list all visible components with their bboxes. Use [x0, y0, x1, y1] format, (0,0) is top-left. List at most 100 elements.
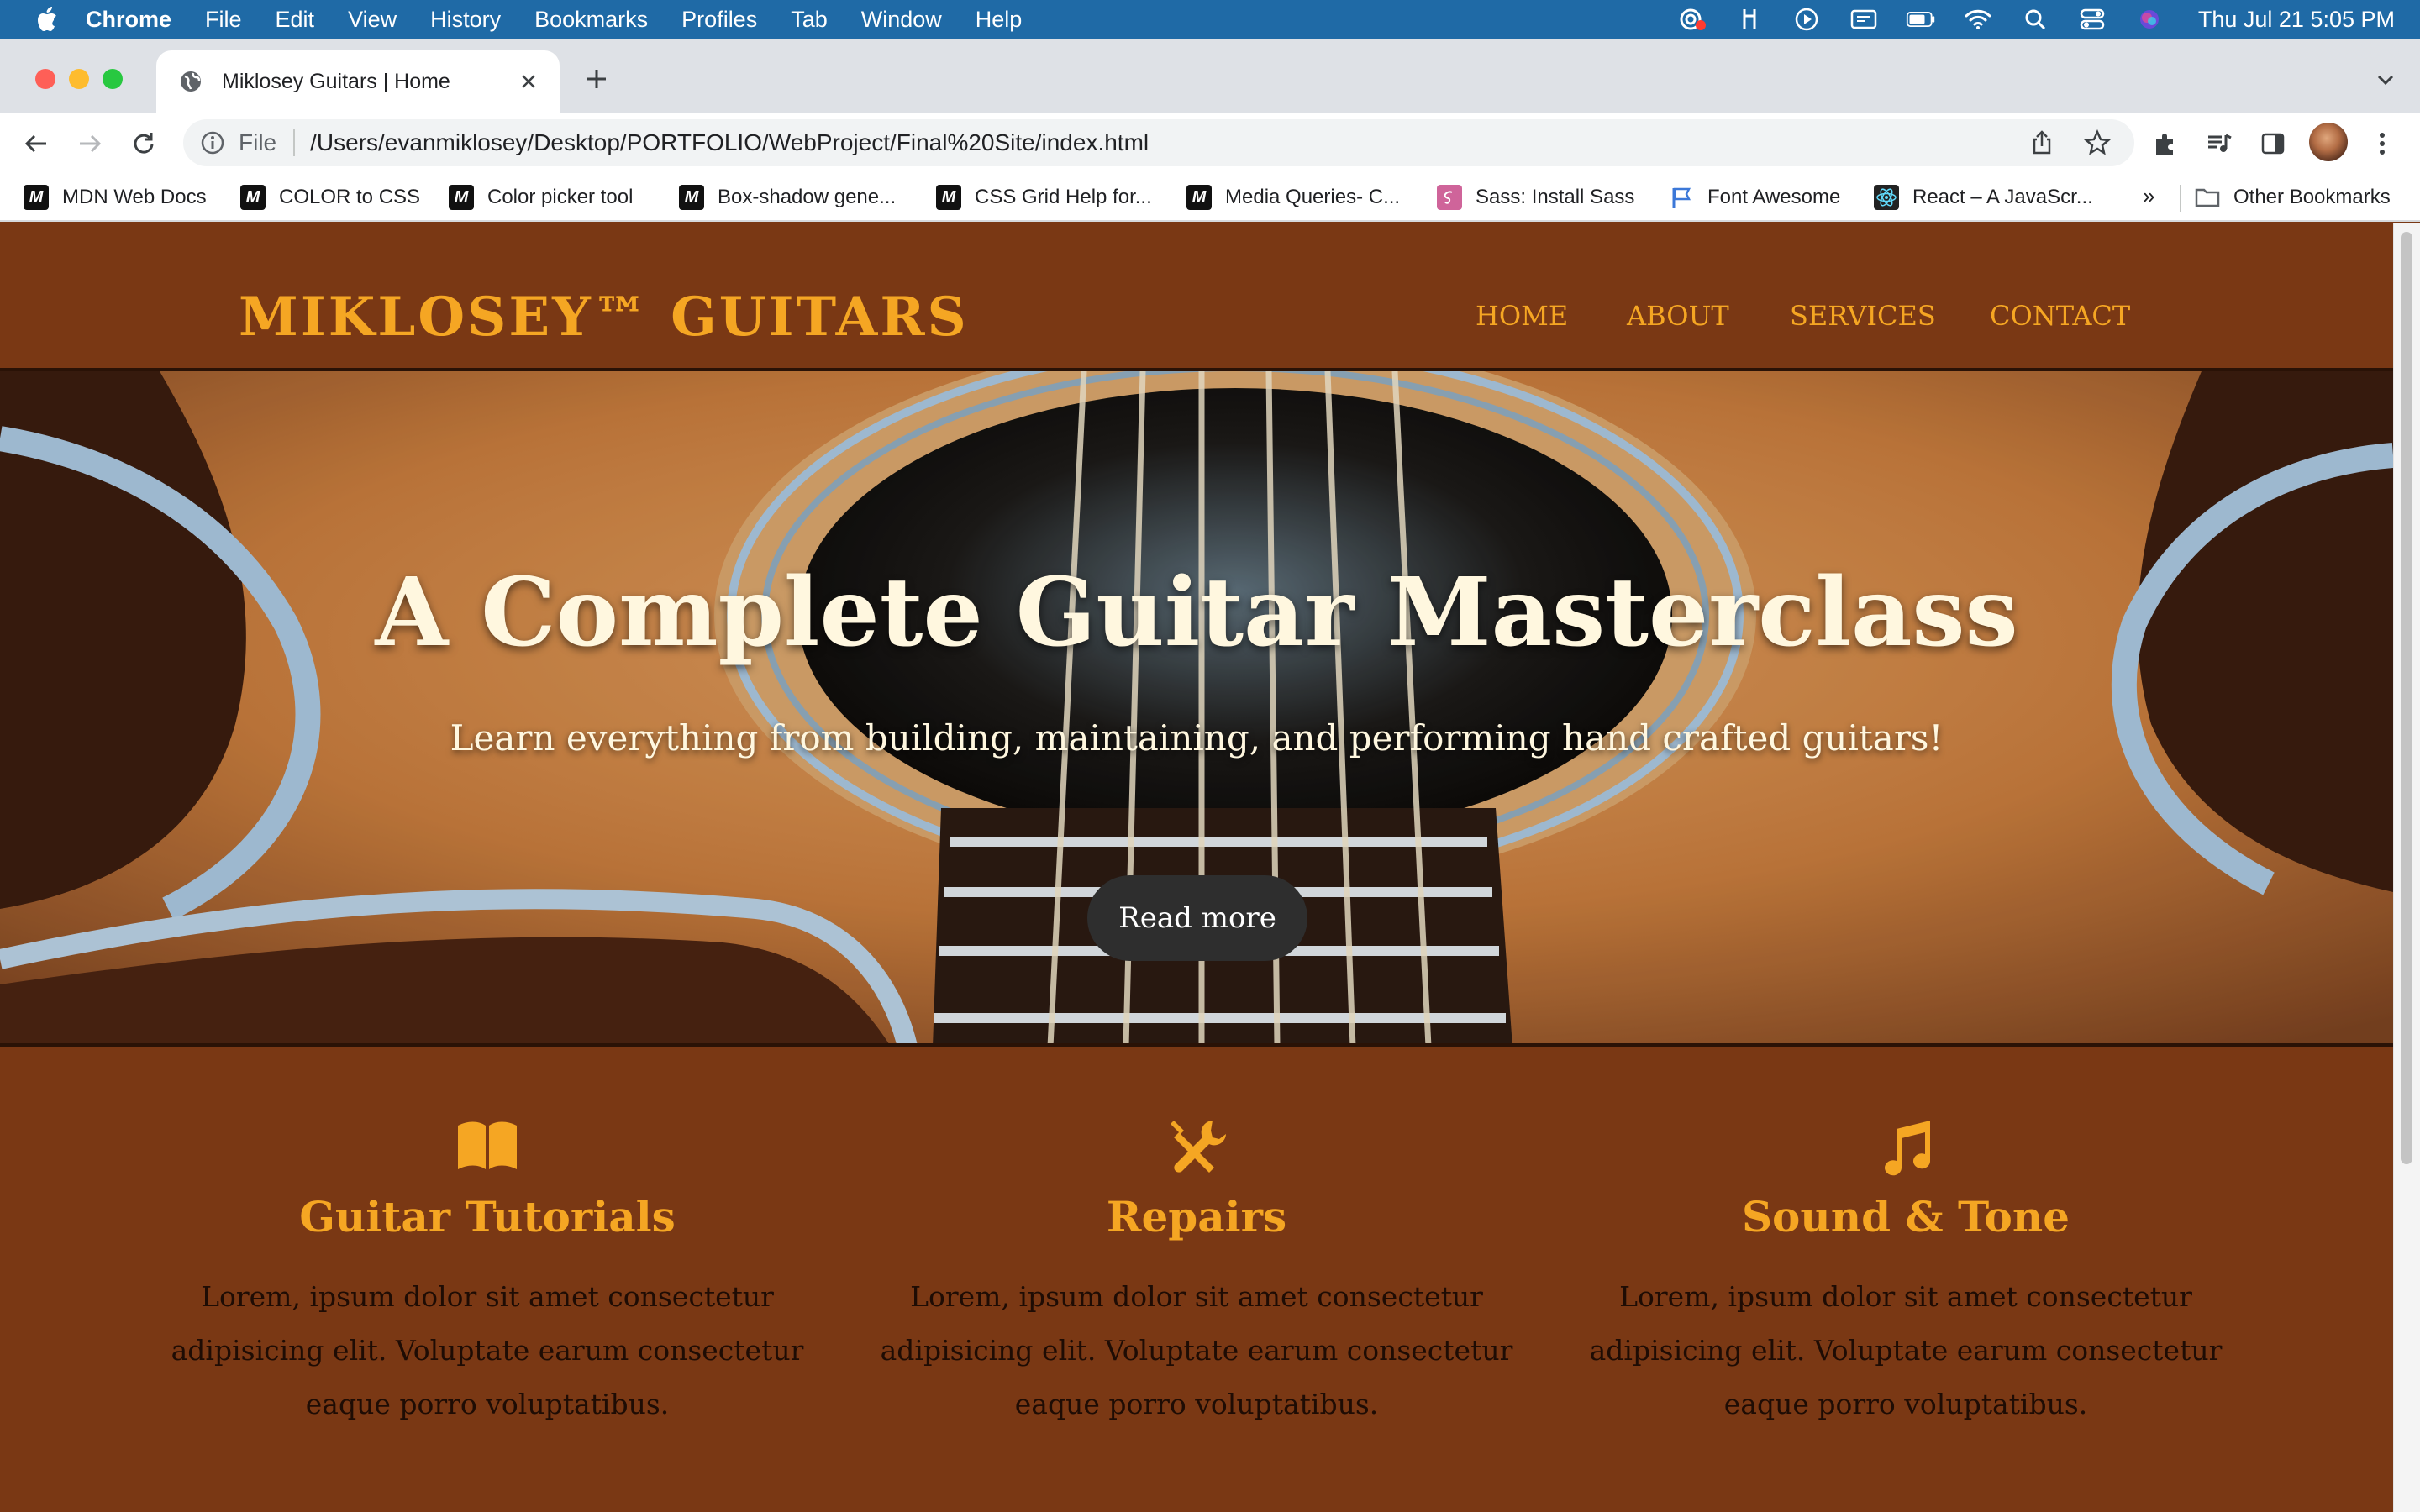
- window-close-button[interactable]: [35, 69, 55, 89]
- url-scheme-label: File: [239, 129, 277, 155]
- menu-file[interactable]: File: [205, 7, 242, 33]
- hero-section: A Complete Guitar Masterclass Learn ever…: [0, 371, 2393, 1047]
- bookmark-item[interactable]: React – A JavaScr...: [1874, 183, 2093, 212]
- sass-icon: [1437, 185, 1462, 210]
- browser-tab-active[interactable]: Miklosey Guitars | Home: [156, 50, 560, 113]
- chevron-down-icon[interactable]: [2373, 67, 2398, 92]
- mdn-icon: M: [240, 185, 266, 210]
- browser-toolbar: File /Users/evanmiklosey/Desktop/PORTFOL…: [0, 113, 2420, 173]
- control-center-icon[interactable]: [2077, 7, 2107, 32]
- feature-card-tutorials: Guitar Tutorials Lorem, ipsum dolor sit …: [134, 1117, 840, 1431]
- menu-bar-clock[interactable]: Thu Jul 21 5:05 PM: [2198, 7, 2395, 33]
- bookmark-label: Sass: Install Sass: [1476, 186, 1635, 208]
- tools-icon: [1171, 1121, 1226, 1173]
- mdn-icon: M: [679, 185, 704, 210]
- site-logo[interactable]: MIKLOSEY™ GUITARS: [239, 291, 969, 344]
- spotlight-icon[interactable]: [2020, 7, 2050, 32]
- feature-title: Sound & Tone: [1741, 1192, 2070, 1242]
- mdn-icon: M: [24, 185, 49, 210]
- new-tab-plus-icon[interactable]: [581, 64, 612, 94]
- play-icon[interactable]: [1791, 7, 1822, 32]
- bookmark-item[interactable]: M Color picker tool: [449, 183, 633, 212]
- other-bookmarks-folder[interactable]: Other Bookmarks: [2195, 183, 2391, 212]
- feature-title: Guitar Tutorials: [299, 1192, 676, 1242]
- bookmarks-overflow-button[interactable]: »: [2143, 183, 2154, 209]
- bookmark-label: Other Bookmarks: [2233, 186, 2391, 208]
- close-icon[interactable]: [516, 69, 541, 94]
- music-note-icon: [1885, 1121, 1931, 1176]
- bookmark-item[interactable]: M CSS Grid Help for...: [936, 183, 1152, 212]
- display-icon[interactable]: [1849, 7, 1879, 32]
- mdn-icon: M: [449, 185, 474, 210]
- hero-subtitle: Learn everything from building, maintain…: [450, 717, 1944, 759]
- feature-text: Lorem, ipsum dolor sit amet consectetur …: [880, 1280, 1513, 1420]
- bookmark-item[interactable]: M Box-shadow gene...: [679, 183, 896, 212]
- bookmark-label: Box-shadow gene...: [718, 186, 897, 208]
- feature-card-sound-tone: Sound & Tone Lorem, ipsum dolor sit amet…: [1553, 1117, 2259, 1431]
- read-more-button[interactable]: Read more: [1087, 875, 1307, 961]
- book-open-icon: [458, 1121, 517, 1169]
- share-icon[interactable]: [2028, 129, 2055, 156]
- side-panel-icon[interactable]: [2259, 129, 2287, 158]
- screen-record-icon[interactable]: [1677, 7, 1707, 32]
- battery-icon[interactable]: [1906, 7, 1936, 32]
- back-arrow-icon[interactable]: [22, 129, 50, 158]
- bookmarks-divider: [2180, 185, 2181, 212]
- nav-contact[interactable]: CONTACT: [1990, 302, 2130, 329]
- nav-services[interactable]: SERVICES: [1790, 302, 1936, 329]
- menu-history[interactable]: History: [430, 7, 501, 33]
- menu-help[interactable]: Help: [976, 7, 1023, 33]
- hero-title: A Complete Guitar Masterclass: [375, 558, 2018, 668]
- bookmark-item[interactable]: M MDN Web Docs: [24, 183, 207, 212]
- menu-view[interactable]: View: [348, 7, 397, 33]
- bookmark-label: MDN Web Docs: [62, 186, 207, 208]
- nav-home[interactable]: HOME: [1476, 302, 1568, 329]
- bookmarks-bar: M MDN Web Docs M COLOR to CSS M Color pi…: [0, 173, 2420, 222]
- feature-text: Lorem, ipsum dolor sit amet consectetur …: [1589, 1280, 2223, 1420]
- forward-arrow-icon[interactable]: [76, 129, 104, 158]
- media-queue-icon[interactable]: [2205, 129, 2233, 158]
- window-zoom-button[interactable]: [103, 69, 123, 89]
- menu-tab[interactable]: Tab: [791, 7, 828, 33]
- bookmark-label: Media Queries- C...: [1225, 186, 1401, 208]
- bookmark-item[interactable]: M Media Queries- C...: [1186, 183, 1400, 212]
- scrollbar-thumb[interactable]: [2401, 232, 2412, 1164]
- bookmark-item[interactable]: Sass: Install Sass: [1437, 183, 1634, 212]
- menu-bookmarks[interactable]: Bookmarks: [534, 7, 648, 33]
- menu-app-chrome[interactable]: Chrome: [86, 7, 171, 33]
- url-text[interactable]: /Users/evanmiklosey/Desktop/PORTFOLIO/We…: [310, 129, 1149, 156]
- url-divider: [293, 129, 296, 156]
- feature-card-repairs: Repairs Lorem, ipsum dolor sit amet cons…: [844, 1117, 1549, 1431]
- site-header: MIKLOSEY™ GUITARS HOME ABOUT SERVICES CO…: [0, 223, 2393, 371]
- flag-icon: [1669, 185, 1694, 210]
- bookmark-item[interactable]: Font Awesome: [1669, 183, 1840, 212]
- nav-about[interactable]: ABOUT: [1627, 302, 1729, 329]
- fork-icon[interactable]: [1734, 7, 1765, 32]
- bookmark-label: COLOR to CSS: [279, 186, 421, 208]
- browser-tab-strip: Miklosey Guitars | Home: [0, 39, 2420, 113]
- bookmark-item[interactable]: M COLOR to CSS: [240, 183, 420, 212]
- mdn-icon: M: [1186, 185, 1212, 210]
- window-minimize-button[interactable]: [69, 69, 89, 89]
- more-vertical-icon[interactable]: [2368, 129, 2396, 158]
- bookmark-label: Font Awesome: [1707, 186, 1841, 208]
- folder-icon: [2195, 185, 2220, 210]
- profile-avatar[interactable]: [2309, 123, 2348, 161]
- extensions-puzzle-icon[interactable]: [2151, 129, 2180, 158]
- wifi-icon[interactable]: [1963, 7, 1993, 32]
- siri-icon[interactable]: [2134, 7, 2165, 32]
- star-bookmark-icon[interactable]: [2084, 129, 2111, 156]
- page-scrollbar[interactable]: [2393, 223, 2420, 1512]
- info-icon[interactable]: [200, 130, 225, 155]
- feature-title: Repairs: [1106, 1192, 1287, 1242]
- menu-edit[interactable]: Edit: [276, 7, 315, 33]
- address-bar[interactable]: File /Users/evanmiklosey/Desktop/PORTFOL…: [183, 119, 2134, 166]
- tab-title: Miklosey Guitars | Home: [222, 69, 450, 93]
- globe-icon: [178, 69, 203, 94]
- page-viewport: MIKLOSEY™ GUITARS HOME ABOUT SERVICES CO…: [0, 223, 2393, 1512]
- apple-menu-icon[interactable]: [32, 5, 60, 34]
- feature-text: Lorem, ipsum dolor sit amet consectetur …: [171, 1280, 804, 1420]
- menu-profiles[interactable]: Profiles: [681, 7, 757, 33]
- menu-window[interactable]: Window: [861, 7, 942, 33]
- reload-icon[interactable]: [129, 129, 158, 158]
